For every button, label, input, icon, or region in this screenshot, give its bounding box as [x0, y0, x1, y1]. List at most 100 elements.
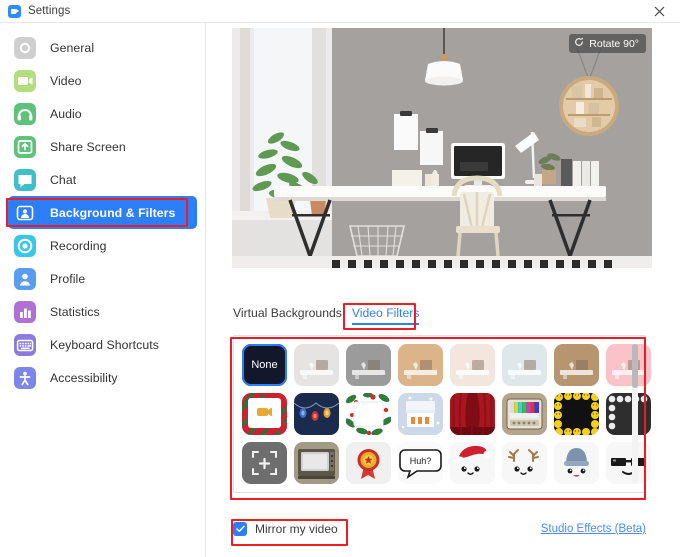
- filter-thumbnail-image: [502, 393, 547, 435]
- filter-thumbnail-none[interactable]: None: [242, 344, 287, 386]
- filter-thumbnail-holly-wreath-frame[interactable]: [346, 393, 391, 435]
- filter-thumbnail-image: Huh?: [398, 442, 443, 484]
- filter-thumbnail-image: [606, 344, 651, 386]
- checkbox-checked-icon: [233, 522, 247, 536]
- filter-thumbnail-image: [346, 393, 391, 435]
- filter-grid: None Huh?: [242, 344, 651, 484]
- filter-thumbnail-reindeer-antlers[interactable]: [502, 442, 547, 484]
- filter-thumbnail-image: [450, 442, 495, 484]
- sidebar-item-label: Share Screen: [50, 139, 126, 154]
- sidebar-item-label: Chat: [50, 172, 77, 187]
- sidebar-item-label: Statistics: [50, 304, 100, 319]
- preview-scene: [232, 28, 652, 268]
- filter-thumbnail-sunglasses[interactable]: [606, 442, 651, 484]
- title-bar: Settings: [0, 0, 680, 22]
- studio-effects-link[interactable]: Studio Effects (Beta): [541, 523, 646, 535]
- filter-thumbnail-pink[interactable]: [606, 344, 651, 386]
- sidebar-item-background-filters[interactable]: Background & Filters: [8, 196, 197, 229]
- rotate-90-button[interactable]: Rotate 90°: [569, 34, 646, 53]
- sidebar-item-keyboard-shortcuts[interactable]: Keyboard Shortcuts: [8, 328, 197, 361]
- filter-thumbnail-pearl-frame[interactable]: [606, 393, 651, 435]
- filter-thumbnail-vintage-tv[interactable]: [294, 442, 339, 484]
- keyboard-icon: [14, 333, 36, 356]
- video-preview: Rotate 90°: [232, 28, 652, 268]
- filter-thumbnail-candy-cane-frame[interactable]: [242, 393, 287, 435]
- filter-thumbnail-gingerbread-house[interactable]: [398, 393, 443, 435]
- gear-icon: [14, 36, 36, 59]
- filter-thumbnail-winter-beanie[interactable]: [554, 442, 599, 484]
- sidebar-item-label: Audio: [50, 106, 82, 121]
- filter-thumbnail-image: [294, 393, 339, 435]
- mirror-my-video-checkbox[interactable]: Mirror my video: [233, 522, 338, 536]
- sidebar-item-label: Background & Filters: [50, 205, 176, 220]
- sidebar-item-video[interactable]: Video: [8, 64, 197, 97]
- window-title: Settings: [28, 5, 71, 17]
- filter-thumbnail-gray[interactable]: [346, 344, 391, 386]
- rotate-90-label: Rotate 90°: [589, 37, 639, 50]
- filter-row: [242, 393, 651, 435]
- sidebar-item-label: Keyboard Shortcuts: [50, 337, 159, 352]
- filter-thumbnail-image: [346, 344, 391, 386]
- filter-thumbnail-image: [450, 393, 495, 435]
- filter-thumbnail-speech-bubble[interactable]: Huh?: [398, 442, 443, 484]
- filter-thumbnail-image: [606, 393, 651, 435]
- mirror-my-video-label: Mirror my video: [255, 522, 338, 536]
- filter-thumbnail-tan[interactable]: [398, 344, 443, 386]
- filter-thumbnail-image: [242, 393, 287, 435]
- video-camera-icon: [14, 69, 36, 92]
- sidebar-item-label: Profile: [50, 271, 86, 286]
- filter-thumbnail-image: [346, 442, 391, 484]
- filter-thumbnail-image: [606, 442, 651, 484]
- sidebar-item-label: Accessibility: [50, 370, 118, 385]
- filter-thumbnail-image: [554, 344, 599, 386]
- sidebar-item-chat[interactable]: Chat: [8, 163, 197, 196]
- sidebar-item-accessibility[interactable]: Accessibility: [8, 361, 197, 394]
- filter-thumbnail-image: [294, 442, 339, 484]
- filter-thumbnail-cool-blue[interactable]: [502, 344, 547, 386]
- filter-row: None: [242, 344, 651, 386]
- bar-chart-icon: [14, 300, 36, 323]
- filter-thumbnail-image: [398, 393, 443, 435]
- filter-thumbnail-focus-frame[interactable]: [242, 442, 287, 484]
- person-frame-icon: [14, 202, 36, 224]
- filter-thumbnail-sepia[interactable]: [554, 344, 599, 386]
- filter-thumbnail-image: [502, 344, 547, 386]
- filter-thumbnail-red-curtains[interactable]: [450, 393, 495, 435]
- sidebar-item-label: Video: [50, 73, 82, 88]
- filter-thumbnail-image: [242, 442, 287, 484]
- sidebar-item-statistics[interactable]: Statistics: [8, 295, 197, 328]
- share-screen-icon: [14, 135, 36, 158]
- filter-thumbnail-string-lights[interactable]: [294, 393, 339, 435]
- accessibility-icon: [14, 366, 36, 389]
- filter-thumbnail-emoji-frame[interactable]: [554, 393, 599, 435]
- filter-thumbnail-image: [502, 442, 547, 484]
- svg-text:Huh?: Huh?: [410, 456, 432, 466]
- close-icon[interactable]: [638, 0, 680, 22]
- filter-thumbnail-award-ribbon[interactable]: [346, 442, 391, 484]
- headphones-icon: [14, 102, 36, 125]
- tab-virtual-backgrounds[interactable]: Virtual Backgrounds: [233, 306, 342, 325]
- person-icon: [14, 267, 36, 290]
- video-filters-panel: None Huh?: [233, 335, 651, 493]
- sidebar-item-label: Recording: [50, 238, 107, 253]
- filter-thumbnail-retro-tv[interactable]: [502, 393, 547, 435]
- filter-thumbnail-cream[interactable]: [450, 344, 495, 386]
- sidebar-item-general[interactable]: General: [8, 31, 197, 64]
- filter-row: Huh?: [242, 442, 651, 484]
- bottom-bar: Mirror my video Studio Effects (Beta): [233, 517, 646, 541]
- filter-tabs: Virtual Backgrounds Video Filters: [233, 306, 419, 325]
- chat-bubble-icon: [14, 168, 36, 191]
- sidebar-item-share-screen[interactable]: Share Screen: [8, 130, 197, 163]
- tab-video-filters[interactable]: Video Filters: [351, 306, 419, 325]
- sidebar-item-profile[interactable]: Profile: [8, 262, 197, 295]
- filter-thumbnail-image: [450, 344, 495, 386]
- filters-scrollbar-thumb[interactable]: [632, 344, 638, 388]
- filter-thumbnail-light-gray[interactable]: [294, 344, 339, 386]
- sidebar-item-label: General: [50, 40, 95, 55]
- filter-none-label: None: [251, 359, 278, 371]
- record-circle-icon: [14, 234, 36, 257]
- filter-thumbnail-image: [294, 344, 339, 386]
- sidebar-item-recording[interactable]: Recording: [8, 229, 197, 262]
- sidebar-item-audio[interactable]: Audio: [8, 97, 197, 130]
- filter-thumbnail-santa-hat[interactable]: [450, 442, 495, 484]
